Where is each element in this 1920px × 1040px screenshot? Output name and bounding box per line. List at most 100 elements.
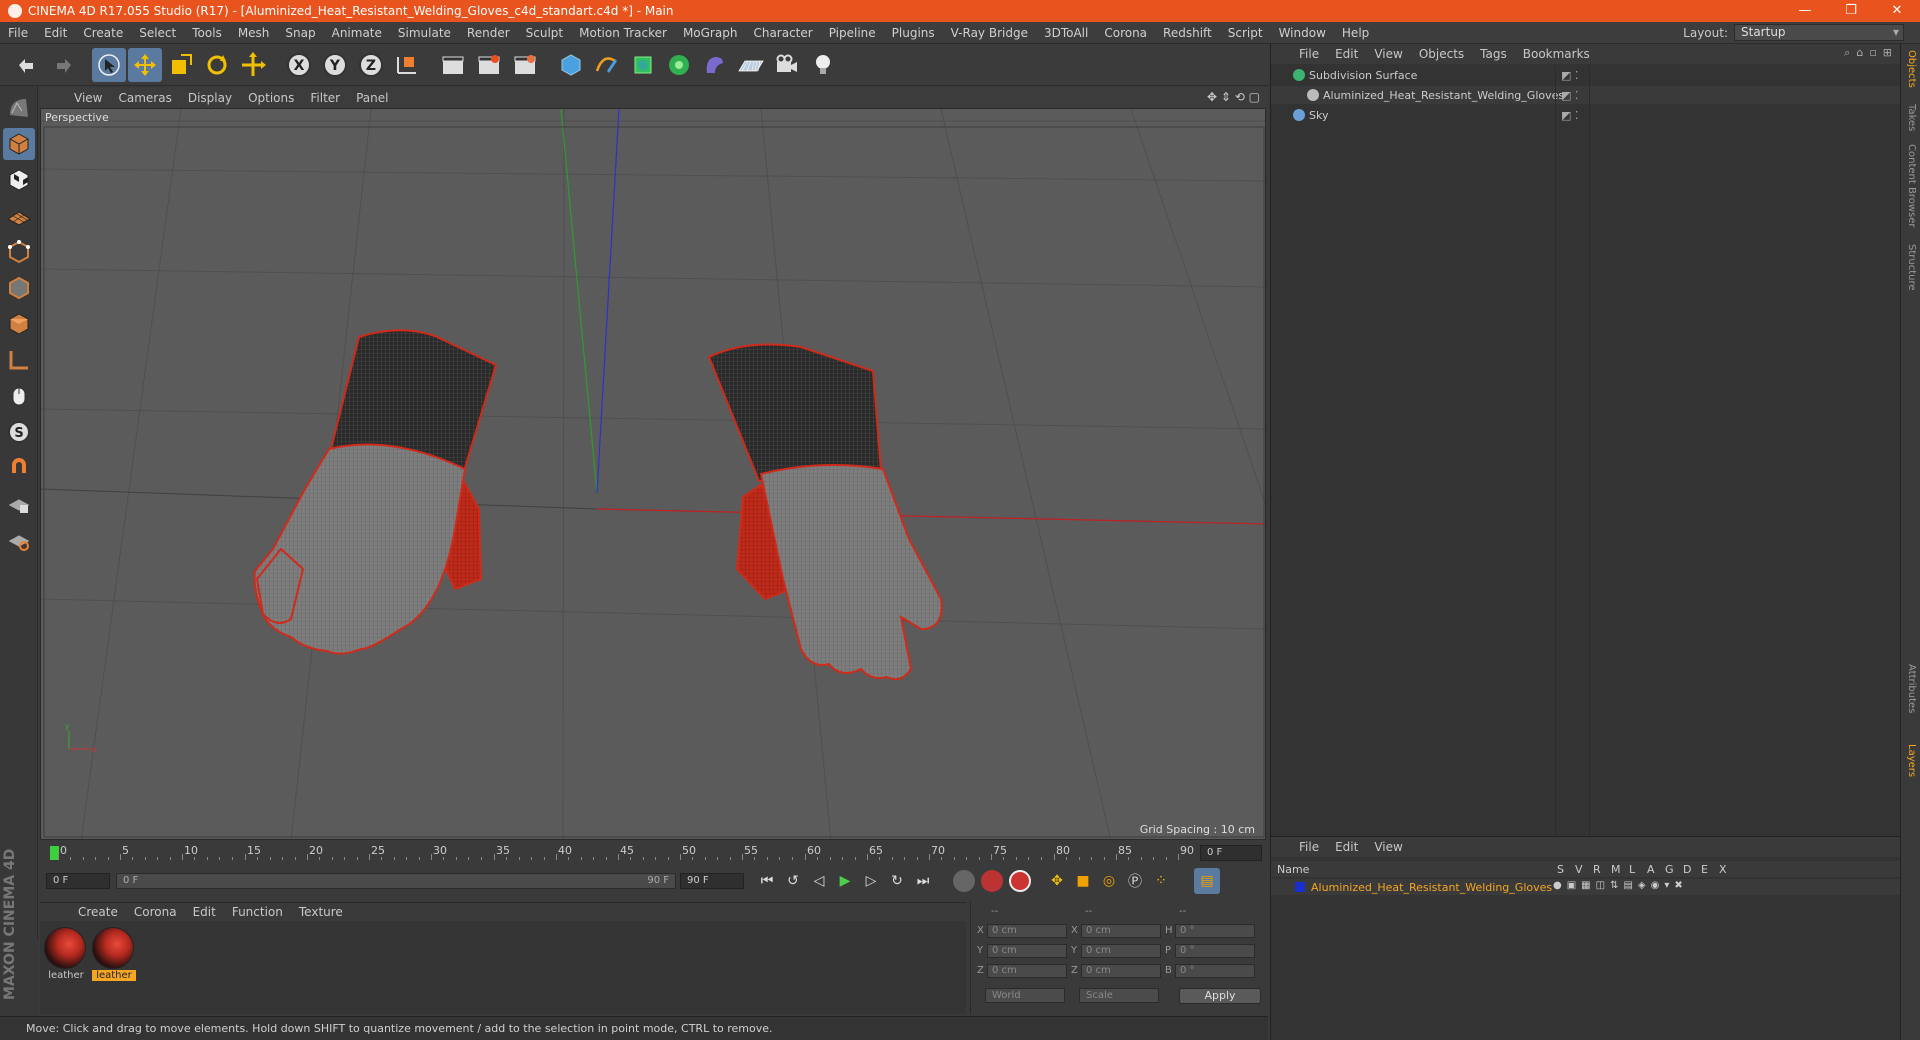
points-mode-button[interactable] bbox=[3, 236, 35, 268]
lock-workplane-button[interactable] bbox=[3, 488, 35, 520]
lock-icon[interactable]: ▫ bbox=[1869, 46, 1876, 60]
tweak-mode-button[interactable] bbox=[3, 380, 35, 412]
viewport-menu-display[interactable]: Display bbox=[180, 91, 240, 105]
timeline-window-button[interactable]: ▤ bbox=[1194, 868, 1220, 894]
enable-snap-button[interactable] bbox=[3, 452, 35, 484]
menu-tools[interactable]: Tools bbox=[184, 22, 230, 44]
menu-character[interactable]: Character bbox=[745, 22, 820, 44]
menu-v-ray-bridge[interactable]: V-Ray Bridge bbox=[943, 22, 1036, 44]
move-tool-button[interactable] bbox=[128, 47, 162, 82]
object-menu-edit[interactable]: Edit bbox=[1327, 47, 1366, 61]
add-cube-button[interactable] bbox=[554, 48, 588, 82]
coord-value-field[interactable]: 0 ° bbox=[1175, 944, 1255, 958]
coord-value-field[interactable]: 0 cm bbox=[987, 924, 1067, 938]
viewport-menu-panel[interactable]: Panel bbox=[348, 91, 396, 105]
texture-mode-button[interactable] bbox=[3, 164, 35, 196]
scale-tool-button[interactable] bbox=[164, 48, 198, 82]
redo-button[interactable] bbox=[46, 48, 80, 82]
object-name[interactable]: Sky bbox=[1309, 109, 1328, 122]
menu-render[interactable]: Render bbox=[459, 22, 518, 44]
material-menu-corona[interactable]: Corona bbox=[126, 905, 185, 919]
menu-mograph[interactable]: MoGraph bbox=[675, 22, 746, 44]
object-name[interactable]: Subdivision Surface bbox=[1309, 69, 1417, 82]
menu-file[interactable]: File bbox=[0, 22, 36, 44]
viewport-menu-cameras[interactable]: Cameras bbox=[110, 91, 179, 105]
y-axis-button[interactable]: Y bbox=[318, 48, 352, 82]
next-key-button[interactable]: ↻ bbox=[884, 868, 910, 894]
add-camera-button[interactable] bbox=[770, 48, 804, 82]
coordinate-system-button[interactable] bbox=[390, 48, 424, 82]
object-menu-tags[interactable]: Tags bbox=[1472, 47, 1515, 61]
layer-column-header[interactable]: G bbox=[1665, 863, 1674, 876]
menu-sculpt[interactable]: Sculpt bbox=[518, 22, 571, 44]
layer-column-header[interactable]: V bbox=[1575, 863, 1583, 876]
menu-edit[interactable]: Edit bbox=[36, 22, 75, 44]
play-button[interactable]: ▶ bbox=[832, 868, 858, 894]
object-visibility-icons[interactable]: ◩ ⁚ bbox=[1561, 109, 1578, 122]
side-tab-objects[interactable]: Objects bbox=[1906, 50, 1917, 88]
go-to-start-button[interactable]: ⏮ bbox=[754, 868, 780, 894]
material-menu-edit[interactable]: Edit bbox=[185, 905, 224, 919]
perspective-viewport[interactable]: y x Perspective Grid Spacing : 10 cm bbox=[40, 108, 1266, 840]
menu-help[interactable]: Help bbox=[1334, 22, 1377, 44]
planar-workplane-button[interactable] bbox=[3, 524, 35, 556]
layer-row[interactable]: Aluminized_Heat_Resistant_Welding_Gloves… bbox=[1271, 879, 1901, 895]
object-name[interactable]: Aluminized_Heat_Resistant_Welding_Gloves bbox=[1323, 89, 1564, 102]
make-editable-button[interactable] bbox=[3, 92, 35, 124]
side-tab-content-browser[interactable]: Content Browser bbox=[1906, 144, 1917, 227]
close-button[interactable]: ✕ bbox=[1874, 0, 1920, 22]
menu-window[interactable]: Window bbox=[1271, 22, 1334, 44]
maximize-button[interactable]: ❐ bbox=[1828, 0, 1874, 22]
material-menu-texture[interactable]: Texture bbox=[291, 905, 351, 919]
layer-column-header[interactable]: X bbox=[1719, 863, 1727, 876]
key-rotation-button[interactable]: ◎ bbox=[1096, 868, 1122, 894]
object-tree-row[interactable]: Aluminized_Heat_Resistant_Welding_Gloves… bbox=[1271, 86, 1901, 104]
menu-mesh[interactable]: Mesh bbox=[230, 22, 278, 44]
range-slider[interactable]: 0 F 90 F bbox=[116, 873, 676, 889]
side-tab-takes[interactable]: Takes bbox=[1906, 104, 1917, 131]
start-frame-field[interactable]: 0 F bbox=[46, 873, 110, 889]
add-spline-button[interactable] bbox=[590, 48, 624, 82]
viewport-menu-filter[interactable]: Filter bbox=[302, 91, 348, 105]
end-frame-field[interactable]: 90 F bbox=[680, 873, 744, 889]
layer-menu-view[interactable]: View bbox=[1366, 840, 1410, 854]
menu-script[interactable]: Script bbox=[1220, 22, 1271, 44]
menu-motion-tracker[interactable]: Motion Tracker bbox=[571, 22, 675, 44]
undo-button[interactable] bbox=[10, 48, 44, 82]
minimize-button[interactable]: — bbox=[1782, 0, 1828, 22]
layer-menu-edit[interactable]: Edit bbox=[1327, 840, 1366, 854]
object-menu-objects[interactable]: Objects bbox=[1411, 47, 1472, 61]
apply-button[interactable]: Apply bbox=[1179, 988, 1261, 1004]
edit-render-settings-button[interactable] bbox=[508, 48, 542, 82]
previous-frame-button[interactable]: ◁ bbox=[806, 868, 832, 894]
timeline-ruler[interactable]: 0 5 10 15 20 25 30 35 40 45 50 55 60 65 70 75 80 85 90 0 F bbox=[40, 842, 1266, 864]
layer-menu-file[interactable]: File bbox=[1291, 840, 1327, 854]
polygons-mode-button[interactable] bbox=[3, 308, 35, 340]
size-mode-dropdown[interactable]: Scale bbox=[1079, 988, 1159, 1003]
menu-corona[interactable]: Corona bbox=[1096, 22, 1155, 44]
key-position-button[interactable]: ✥ bbox=[1044, 868, 1070, 894]
material-menu-create[interactable]: Create bbox=[70, 905, 126, 919]
coord-value-field[interactable]: 0 cm bbox=[987, 964, 1067, 978]
object-menu-view[interactable]: View bbox=[1366, 47, 1410, 61]
menu-pipeline[interactable]: Pipeline bbox=[821, 22, 884, 44]
menu-simulate[interactable]: Simulate bbox=[390, 22, 459, 44]
coord-value-field[interactable]: 0 cm bbox=[987, 944, 1067, 958]
layer-column-header[interactable]: L bbox=[1629, 863, 1635, 876]
layer-column-header[interactable]: E bbox=[1701, 863, 1708, 876]
side-tab-layers[interactable]: Layers bbox=[1906, 744, 1917, 777]
object-tree-row[interactable]: Sky ◩ ⁚ bbox=[1271, 106, 1901, 124]
workplane-mode-button[interactable] bbox=[3, 200, 35, 232]
object-tree-row[interactable]: Subdivision Surface ◩ ⁚ bbox=[1271, 66, 1901, 84]
render-view-button[interactable] bbox=[436, 48, 470, 82]
material-menu-function[interactable]: Function bbox=[224, 905, 291, 919]
viewport-menu-options[interactable]: Options bbox=[240, 91, 302, 105]
rotate-tool-button[interactable] bbox=[200, 48, 234, 82]
add-nurbs-button[interactable] bbox=[626, 48, 660, 82]
snap-button[interactable]: S bbox=[3, 416, 35, 448]
layer-column-header[interactable]: S bbox=[1557, 863, 1564, 876]
layer-column-header[interactable]: R bbox=[1593, 863, 1601, 876]
material-swatch[interactable]: leather bbox=[44, 927, 88, 981]
current-frame-field[interactable]: 0 F bbox=[1200, 845, 1262, 861]
axis-mode-button[interactable] bbox=[3, 344, 35, 376]
